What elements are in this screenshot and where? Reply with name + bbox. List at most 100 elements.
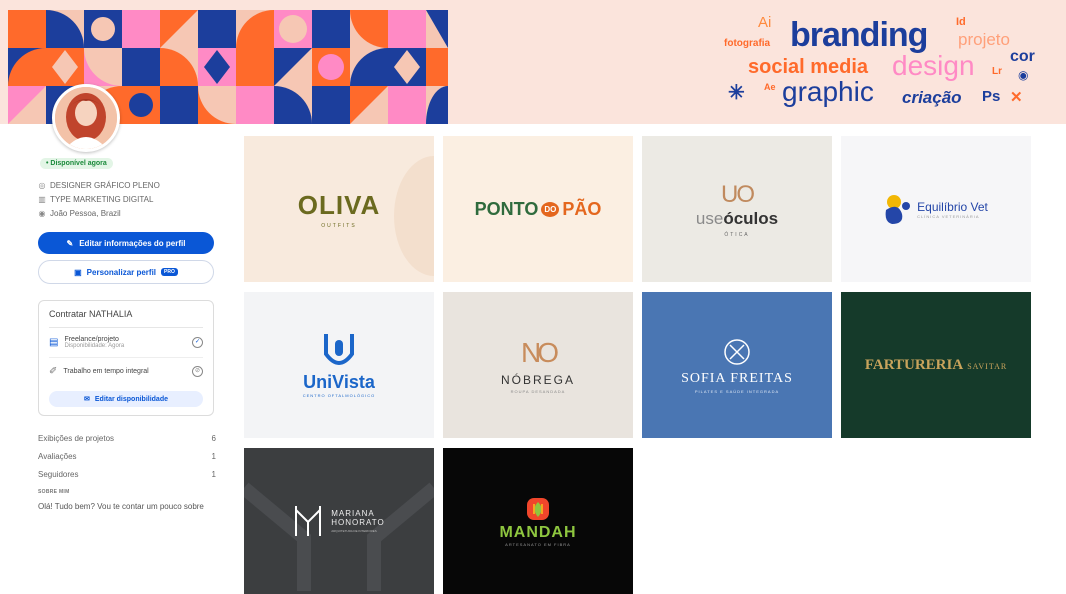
close-x-icon: ✕: [1010, 89, 1023, 106]
profile-banner: Ai Id fotografia branding projeto social…: [0, 0, 1066, 124]
hire-title: Contratar NATHALIA: [49, 309, 203, 328]
project-logo-sub: ARQUITETURA DE INTERIORES: [331, 529, 377, 533]
project-card-mariana-honorato[interactable]: MARIANA HONORATO ARQUITETURA DE INTERIOR…: [244, 448, 434, 594]
project-logo-mid: DO: [541, 201, 560, 217]
stat-value: 1: [211, 452, 216, 461]
project-logo-sub: ARTESANATO EM FIBRA: [505, 541, 571, 547]
fulltime-label: Trabalho em tempo integral: [63, 368, 149, 375]
edit-availability-label: Editar disponibilidade: [94, 395, 168, 403]
edit-document-icon: ✐: [49, 366, 58, 377]
decorative-shape: [394, 156, 434, 276]
about-heading: SOBRE MIM: [38, 489, 70, 495]
company-row: ▥ TYPE MARKETING DIGITAL: [38, 195, 218, 204]
eye-logo-icon: [324, 334, 354, 365]
eye-icon: ◉: [1018, 68, 1029, 82]
hire-card: Contratar NATHALIA ▤ Freelance/projeto D…: [38, 300, 214, 416]
palette-icon: ▣: [74, 267, 82, 277]
project-logo-text: MANDAH: [499, 523, 577, 541]
project-logo-sub: CENTRO OFTALMOLÓGICO: [302, 393, 376, 398]
project-logo-text: SOFIA FREITAS: [681, 370, 793, 386]
project-logo-sub: CLÍNICA VETERINÁRIA: [917, 213, 980, 219]
project-logo-text: óculos: [723, 208, 779, 228]
project-card-sofia-freitas[interactable]: SOFIA FREITAS PILATES E SAÚDE INTEGRADA: [642, 292, 832, 438]
project-logo-text: OLIVA: [297, 189, 381, 220]
project-card-useoculos[interactable]: UO use óculos ÓTICA: [642, 136, 832, 282]
criacao-word: criação: [902, 88, 962, 107]
location-text: João Pessoa, Brazil: [50, 209, 121, 218]
project-logo-sub: ROUPA DESANDADA: [510, 388, 566, 394]
unavailable-icon: ⊘: [192, 366, 203, 377]
customize-profile-label: Personalizar perfil: [86, 267, 157, 277]
stat-row: Exibições de projetos 6: [38, 434, 216, 443]
freelance-sub: Disponibilidade: Agora: [64, 343, 125, 349]
freelance-label: Freelance/projeto: [64, 336, 119, 343]
project-logo-text: MARIANA: [331, 509, 375, 518]
avatar-image: [55, 87, 117, 149]
role-row: ◎ DESIGNER GRÁFICO PLENO: [38, 181, 218, 190]
fulltime-option[interactable]: ✐ Trabalho em tempo integral ⊘: [49, 358, 203, 385]
project-logo-mark: NO: [521, 336, 559, 368]
id-word: Id: [956, 16, 966, 28]
stat-label: Seguidores: [38, 470, 79, 479]
company-text: TYPE MARKETING DIGITAL: [50, 195, 154, 204]
project-logo-text: NÓBREGA: [500, 372, 575, 387]
edit-availability-button[interactable]: ✉ Editar disponibilidade: [49, 391, 203, 407]
project-logo-sub: ÓTICA: [724, 231, 750, 238]
pencil-icon: ✎: [66, 238, 74, 248]
monogram-icon: [295, 506, 322, 536]
project-logo-sub: OUTFITS: [321, 222, 357, 229]
skills-wordcloud: Ai Id fotografia branding projeto social…: [720, 10, 1050, 120]
circle-logo-icon: [724, 338, 750, 365]
pet-logo-icon: [885, 195, 911, 224]
mail-icon: ✉: [84, 396, 90, 403]
freelance-option[interactable]: ▤ Freelance/projeto Disponibilidade: Ago…: [49, 328, 203, 358]
project-logo-text: PONTO: [474, 198, 539, 219]
about-text: Olá! Tudo bem? Vou te contar um pouco so…: [38, 502, 204, 511]
stat-value: 1: [211, 470, 216, 479]
asterisk-icon: ✳: [728, 82, 745, 104]
project-logo-sub: PILATES E SAÚDE INTEGRADA: [694, 388, 780, 394]
stat-label: Exibições de projetos: [38, 434, 115, 443]
ai-word: Ai: [758, 14, 772, 31]
briefcase-icon: ◎: [38, 181, 46, 190]
building-icon: ▥: [38, 195, 46, 204]
edit-profile-label: Editar informações do perfil: [79, 238, 186, 248]
graphic-word: graphic: [782, 76, 874, 107]
role-text: DESIGNER GRÁFICO PLENO: [50, 181, 160, 190]
ae-word: Ae: [764, 82, 776, 92]
project-card-ponto-do-pao[interactable]: PONTO DO PÃO: [443, 136, 633, 282]
project-card-nobrega[interactable]: NO NÓBREGA ROUPA DESANDADA: [443, 292, 633, 438]
project-logo-text: FARTURERIA: [864, 356, 964, 373]
project-card-farturerja[interactable]: FARTURERIA SAVITAR: [841, 292, 1031, 438]
project-card-mandah[interactable]: MANDAH ARTESANATO EM FIBRA: [443, 448, 633, 594]
project-logo-text: Equilíbrio Vet: [917, 199, 988, 214]
project-card-equilibrio-vet[interactable]: Equilíbrio Vet CLÍNICA VETERINÁRIA: [841, 136, 1031, 282]
ps-word: Ps: [982, 88, 1001, 105]
stats-list: Exibições de projetos 6 Avaliações 1 Seg…: [38, 434, 216, 511]
check-circle-icon: ✓: [192, 337, 203, 348]
project-logo-text: PÃO: [562, 198, 602, 219]
profile-sidebar: • Disponível agora ◎ DESIGNER GRÁFICO PL…: [38, 152, 218, 511]
fotografia-word: fotografia: [724, 38, 771, 49]
project-card-univista[interactable]: UniVista CENTRO OFTALMOLÓGICO: [244, 292, 434, 438]
lr-word: Lr: [992, 66, 1002, 77]
document-icon: ▤: [49, 337, 59, 348]
projeto-word: projeto: [958, 30, 1010, 49]
stat-row: Seguidores 1: [38, 470, 216, 479]
leaf-logo-icon: [527, 497, 549, 520]
cor-word: cor: [1010, 48, 1035, 65]
project-grid: OLIVA OUTFITS PONTO DO PÃO UO use óculos…: [244, 136, 1031, 594]
project-logo-mark: UO: [721, 180, 755, 208]
customize-profile-button[interactable]: ▣ Personalizar perfil PRO: [38, 260, 214, 284]
project-logo-text: SAVITAR: [967, 361, 1008, 371]
location-row: ◉ João Pessoa, Brazil: [38, 209, 218, 218]
status-badge: • Disponível agora: [40, 158, 113, 169]
avatar[interactable]: [52, 84, 120, 152]
stat-label: Avaliações: [38, 452, 77, 461]
project-logo-text: HONORATO: [331, 518, 385, 527]
edit-profile-button[interactable]: ✎ Editar informações do perfil: [38, 232, 214, 254]
project-card-oliva[interactable]: OLIVA OUTFITS: [244, 136, 434, 282]
project-logo-text: UniVista: [303, 372, 375, 392]
design-word: design: [892, 50, 975, 81]
stat-row: Avaliações 1: [38, 452, 216, 461]
